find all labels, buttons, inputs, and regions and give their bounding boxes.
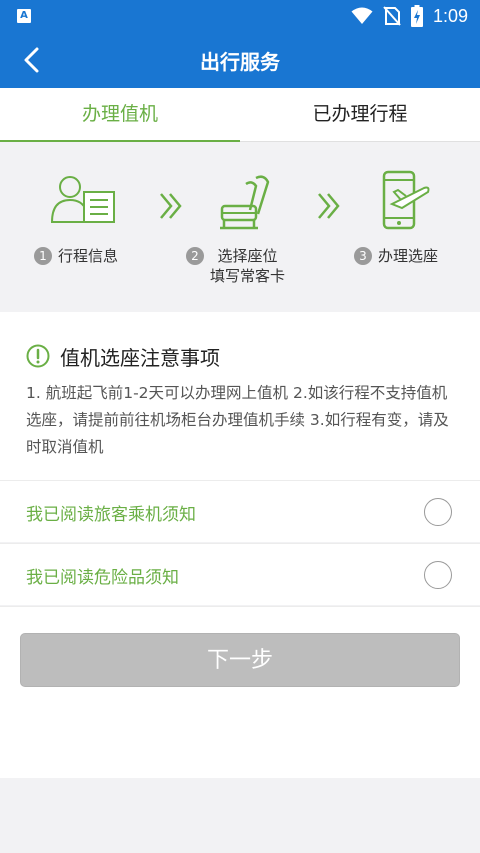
page-title: 出行服务 — [200, 50, 280, 74]
exclamation-circle-icon — [26, 344, 50, 368]
tab-completed-trips[interactable]: 已办理行程 — [240, 88, 480, 142]
step-label-line: 填写常客卡 — [210, 267, 286, 285]
step-2: 2 选择座位 填写常客卡 — [186, 246, 285, 286]
agreement-label: 我已阅读旅客乘机须知 — [26, 505, 196, 525]
agreement-radio[interactable] — [424, 498, 452, 526]
next-step-button[interactable]: 下一步 — [20, 633, 460, 687]
notice-section: 值机选座注意事项 1. 航班起飞前1-2天可以办理网上值机 2.如该行程不支持值… — [0, 312, 480, 480]
notice-body: 1. 航班起飞前1-2天可以办理网上值机 2.如该行程不支持值机选座，请提前前往… — [26, 384, 449, 456]
no-sim-icon — [383, 6, 401, 26]
status-bar: A 1:09 — [0, 0, 480, 32]
check-in-steps: 1 行程信息 2 选择座位 填写常客卡 3 办理选座 — [0, 142, 480, 312]
step-label: 选择座位 填写常客卡 — [210, 246, 285, 286]
chevron-right-icon — [160, 193, 182, 219]
tab-bar: 办理值机 已办理行程 — [0, 88, 480, 143]
wifi-icon — [351, 7, 373, 24]
chevron-right-icon — [318, 193, 340, 219]
step-number: 3 — [354, 247, 372, 265]
app-bar: 出行服务 — [0, 32, 480, 88]
passenger-id-card-icon — [50, 176, 115, 223]
step-1: 1 行程信息 — [34, 246, 118, 266]
phone-plane-icon — [382, 170, 430, 230]
step-number: 1 — [34, 247, 52, 265]
notice-title: 值机选座注意事项 — [60, 346, 220, 370]
step-label: 办理选座 — [378, 247, 439, 265]
battery-charging-icon — [410, 5, 423, 27]
app-notification-icon: A — [17, 9, 31, 23]
clock: 1:09 — [432, 5, 468, 26]
agreement-row-dangerous-goods[interactable]: 我已阅读危险品须知 — [0, 543, 480, 605]
agreement-radio[interactable] — [424, 561, 452, 589]
agreement-label: 我已阅读危险品须知 — [26, 568, 179, 588]
action-area: 下一步 — [0, 606, 480, 778]
step-number: 2 — [186, 247, 204, 265]
step-label-line: 选择座位 — [217, 247, 278, 265]
step-label: 行程信息 — [58, 247, 119, 265]
tab-check-in[interactable]: 办理值机 — [0, 88, 240, 143]
status-icons: 1:09 — [351, 4, 468, 28]
step-3: 3 办理选座 — [354, 246, 438, 266]
agreement-row-passenger-notice[interactable]: 我已阅读旅客乘机须知 — [0, 480, 480, 542]
seat-icon — [220, 175, 270, 230]
